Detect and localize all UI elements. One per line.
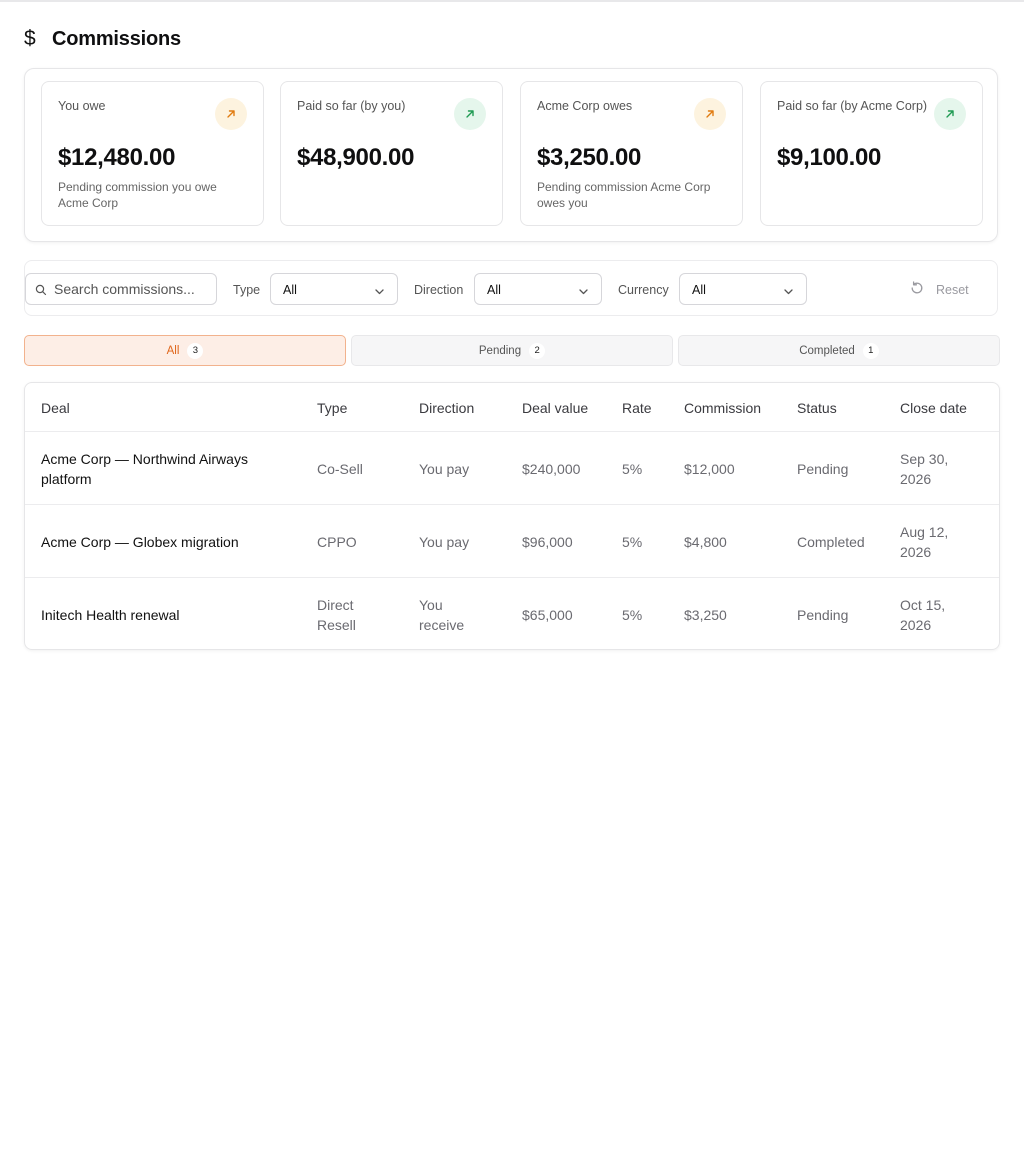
cell-deal: Acme Corp — Globex migration xyxy=(41,533,239,550)
chevron-down-icon xyxy=(783,284,794,302)
cell-close-date: Aug 12, 2026 xyxy=(900,523,949,560)
tab-label: All xyxy=(166,344,180,357)
summary-card-acme-owes: Acme Corp owes $3,250.00 Pending commiss… xyxy=(520,81,743,226)
column-header-rate[interactable]: Rate xyxy=(622,400,652,416)
card-amount: $9,100.00 xyxy=(777,144,882,171)
card-amount: $48,900.00 xyxy=(297,144,415,171)
card-label: Acme Corp owes xyxy=(537,99,633,113)
cell-direction: You pay xyxy=(419,460,470,477)
direction-select[interactable]: All xyxy=(474,273,602,305)
cell-deal-value: $96,000 xyxy=(522,533,573,550)
arrow-up-right-icon xyxy=(934,98,966,130)
direction-filter-label: Direction xyxy=(414,283,464,297)
card-label: Paid so far (by Acme Corp) xyxy=(777,99,928,113)
summary-card-paid-by-you: Paid so far (by you) $48,900.00 xyxy=(280,81,503,226)
dollar-icon: $ xyxy=(24,27,36,50)
cell-status: Pending xyxy=(797,460,849,477)
currency-select[interactable]: All xyxy=(679,273,807,305)
column-header-direction[interactable]: Direction xyxy=(419,400,474,416)
tab-pending[interactable]: Pending 2 xyxy=(351,335,673,366)
currency-filter-label: Currency xyxy=(618,283,669,297)
tab-label: Completed xyxy=(799,344,855,357)
tab-label: Pending xyxy=(478,344,522,357)
filter-bar: Type All Direction All Currency All Rese… xyxy=(24,260,998,316)
column-header-close-date[interactable]: Close date xyxy=(900,400,967,416)
table-row[interactable]: Initech Health renewal Direct Resell You… xyxy=(25,577,999,649)
search-input[interactable] xyxy=(54,274,212,304)
column-header-deal-value[interactable]: Deal value xyxy=(522,400,588,416)
arrow-up-right-icon xyxy=(454,98,486,130)
column-header-status[interactable]: Status xyxy=(797,400,837,416)
cell-rate: 5% xyxy=(622,533,643,550)
currency-select-value: All xyxy=(692,283,706,297)
type-filter-label: Type xyxy=(233,283,261,297)
chevron-down-icon xyxy=(578,284,589,302)
search-box[interactable] xyxy=(25,273,217,305)
type-select-value: All xyxy=(283,283,297,297)
tab-completed[interactable]: Completed 1 xyxy=(678,335,1000,366)
reset-button[interactable]: Reset xyxy=(909,280,969,300)
page-title: Commissions xyxy=(52,27,181,50)
search-icon xyxy=(35,283,47,301)
reset-label: Reset xyxy=(936,283,969,297)
cell-commission: $3,250 xyxy=(684,606,727,623)
cell-status: Pending xyxy=(797,606,849,623)
status-tabs: All 3 Pending 2 Completed 1 xyxy=(24,335,1000,366)
page-header: $ Commissions xyxy=(24,26,181,52)
type-select[interactable]: All xyxy=(270,273,398,305)
commissions-table: Deal Type Direction Deal value Rate Comm… xyxy=(24,382,1000,650)
cell-rate: 5% xyxy=(622,606,643,623)
card-amount: $3,250.00 xyxy=(537,144,642,171)
card-subtitle: Pending commission you owe Acme Corp xyxy=(58,180,217,210)
cell-commission: $4,800 xyxy=(684,533,727,550)
card-subtitle: Pending commission Acme Corp owes you xyxy=(537,180,711,210)
cell-deal-value: $65,000 xyxy=(522,606,573,623)
cell-type: Co-Sell xyxy=(317,460,363,477)
tab-count-badge: 3 xyxy=(187,342,204,359)
cell-commission: $12,000 xyxy=(684,460,735,477)
chevron-down-icon xyxy=(374,284,385,302)
cell-deal-value: $240,000 xyxy=(522,460,581,477)
cell-type: CPPO xyxy=(317,533,357,550)
column-header-type[interactable]: Type xyxy=(317,400,347,416)
card-label: You owe xyxy=(58,99,106,113)
table-row[interactable]: Acme Corp — Northwind Airways platform C… xyxy=(25,431,999,505)
cell-close-date: Oct 15, 2026 xyxy=(900,596,946,633)
cell-type: Direct Resell xyxy=(317,596,356,633)
summary-card-you-owe: You owe $12,480.00 Pending commission yo… xyxy=(41,81,264,226)
column-header-commission[interactable]: Commission xyxy=(684,400,761,416)
column-header-deal[interactable]: Deal xyxy=(41,400,70,416)
tab-count-badge: 2 xyxy=(529,342,546,359)
cell-close-date: Sep 30, 2026 xyxy=(900,450,949,487)
direction-select-value: All xyxy=(487,283,501,297)
reset-icon xyxy=(909,280,925,301)
arrow-up-right-icon xyxy=(694,98,726,130)
table-row[interactable]: Acme Corp — Globex migration CPPO You pa… xyxy=(25,504,999,578)
tab-all[interactable]: All 3 xyxy=(24,335,346,366)
top-divider xyxy=(0,0,1024,2)
summary-card-paid-by-acme: Paid so far (by Acme Corp) $9,100.00 xyxy=(760,81,983,226)
card-label: Paid so far (by you) xyxy=(297,99,406,113)
cell-direction: You receive xyxy=(419,596,465,633)
cell-deal: Acme Corp — Northwind Airways platform xyxy=(41,450,248,487)
card-amount: $12,480.00 xyxy=(58,144,176,171)
arrow-up-right-icon xyxy=(215,98,247,130)
tab-count-badge: 1 xyxy=(862,342,879,359)
cell-rate: 5% xyxy=(622,460,643,477)
cell-direction: You pay xyxy=(419,533,470,550)
cell-status: Completed xyxy=(797,533,865,550)
cell-deal: Initech Health renewal xyxy=(41,606,180,623)
summary-panel: You owe $12,480.00 Pending commission yo… xyxy=(24,68,998,242)
